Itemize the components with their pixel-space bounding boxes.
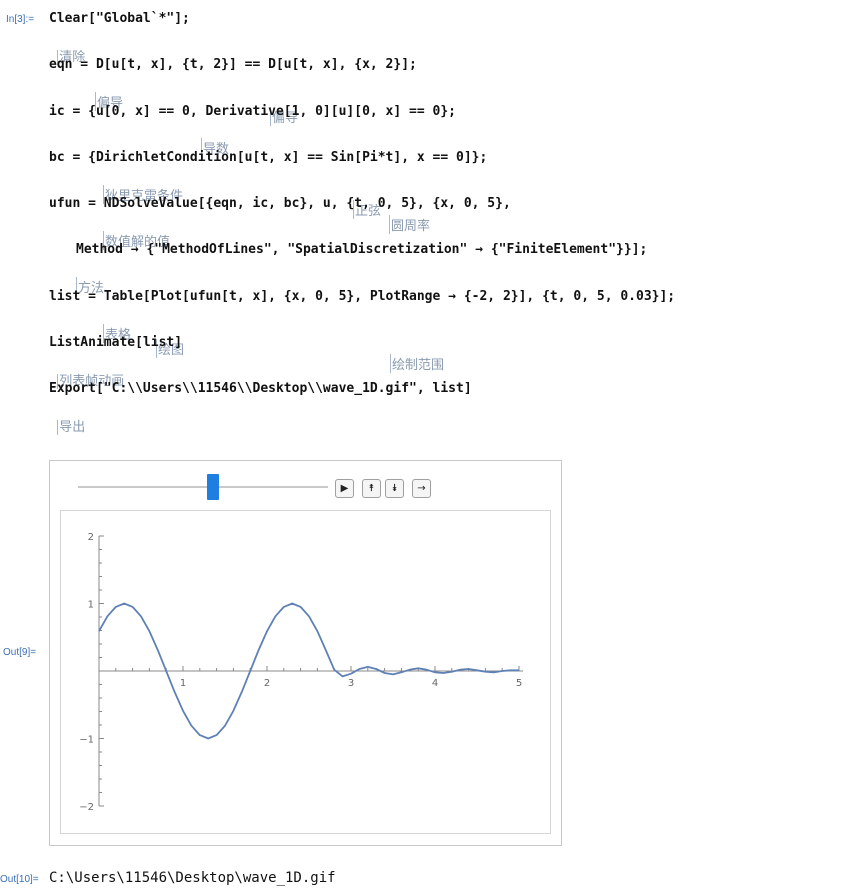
y-tick-label: −2: [79, 802, 94, 813]
hint-row-3: 导数: [0, 123, 229, 157]
x-tick-label: 3: [348, 678, 354, 689]
code-line-listanimate[interactable]: ListAnimate[list]: [49, 335, 182, 350]
play-button[interactable]: ▶: [335, 479, 354, 498]
output-cell-label-9: Out[9]=: [3, 647, 37, 658]
input-cell-label: In[3]:=: [6, 14, 35, 25]
list-animate-output: ▶ ⯭ ⯯ → 1 2 3 4 5 2 1 −1 −2: [49, 460, 562, 846]
x-tick-label: 5: [516, 678, 522, 689]
output-cell-label-10: Out[10]=: [0, 874, 39, 885]
hint-export: 导出: [57, 420, 86, 435]
animation-slider-track[interactable]: [78, 486, 328, 488]
hint-row-9: 导出: [49, 401, 86, 435]
export-result-path: C:\Users\11546\Desktop\wave_1D.gif: [49, 870, 336, 886]
hint-row-2: 偏导 偏导: [0, 77, 298, 126]
code-line-export[interactable]: Export["C:\\Users\\11546\\Desktop\\wave_…: [49, 381, 472, 396]
plot-panel: 1 2 3 4 5 2 1 −1 −2: [60, 510, 551, 834]
y-tick-label: 2: [88, 532, 94, 543]
hint-row-7: 表格 绘图 绘制范围: [0, 309, 444, 373]
x-tick-label: 4: [432, 678, 438, 689]
direction-button[interactable]: →: [412, 479, 431, 498]
animation-slider-thumb[interactable]: [206, 474, 219, 500]
faster-button[interactable]: ⯭: [362, 479, 381, 498]
hint-row-6: 方法: [0, 262, 104, 296]
wave-plot: 1 2 3 4 5 2 1 −1 −2: [79, 532, 523, 813]
code-line-table[interactable]: list = Table[Plot[ufun[t, x], {x, 0, 5},…: [49, 289, 675, 304]
code-line-eqn[interactable]: eqn = D[u[t, x], {t, 2}] == D[u[t, x], {…: [49, 57, 417, 72]
hint-row-5: 数值解的值: [0, 216, 170, 250]
slower-button[interactable]: ⯯: [385, 479, 404, 498]
code-line-ndsolve[interactable]: ufun = NDSolveValue[{eqn, ic, bc}, u, {t…: [49, 196, 511, 211]
hint-pi: 圆周率: [389, 215, 430, 234]
y-tick-label: −1: [79, 735, 94, 746]
y-tick-label: 1: [88, 600, 94, 611]
code-line-bc[interactable]: bc = {DirichletCondition[u[t, x] == Sin[…: [49, 150, 487, 165]
hint-plotrange: 绘制范围: [390, 354, 444, 373]
x-tick-label: 2: [264, 678, 270, 689]
x-tick-label: 1: [180, 678, 186, 689]
code-line-ic[interactable]: ic = {u[0, x] == 0, Derivative[1, 0][u][…: [49, 104, 456, 119]
code-line-clear[interactable]: Clear["Global`*"];: [49, 11, 190, 26]
code-line-method[interactable]: Method → {"MethodOfLines", "SpatialDiscr…: [76, 242, 647, 257]
